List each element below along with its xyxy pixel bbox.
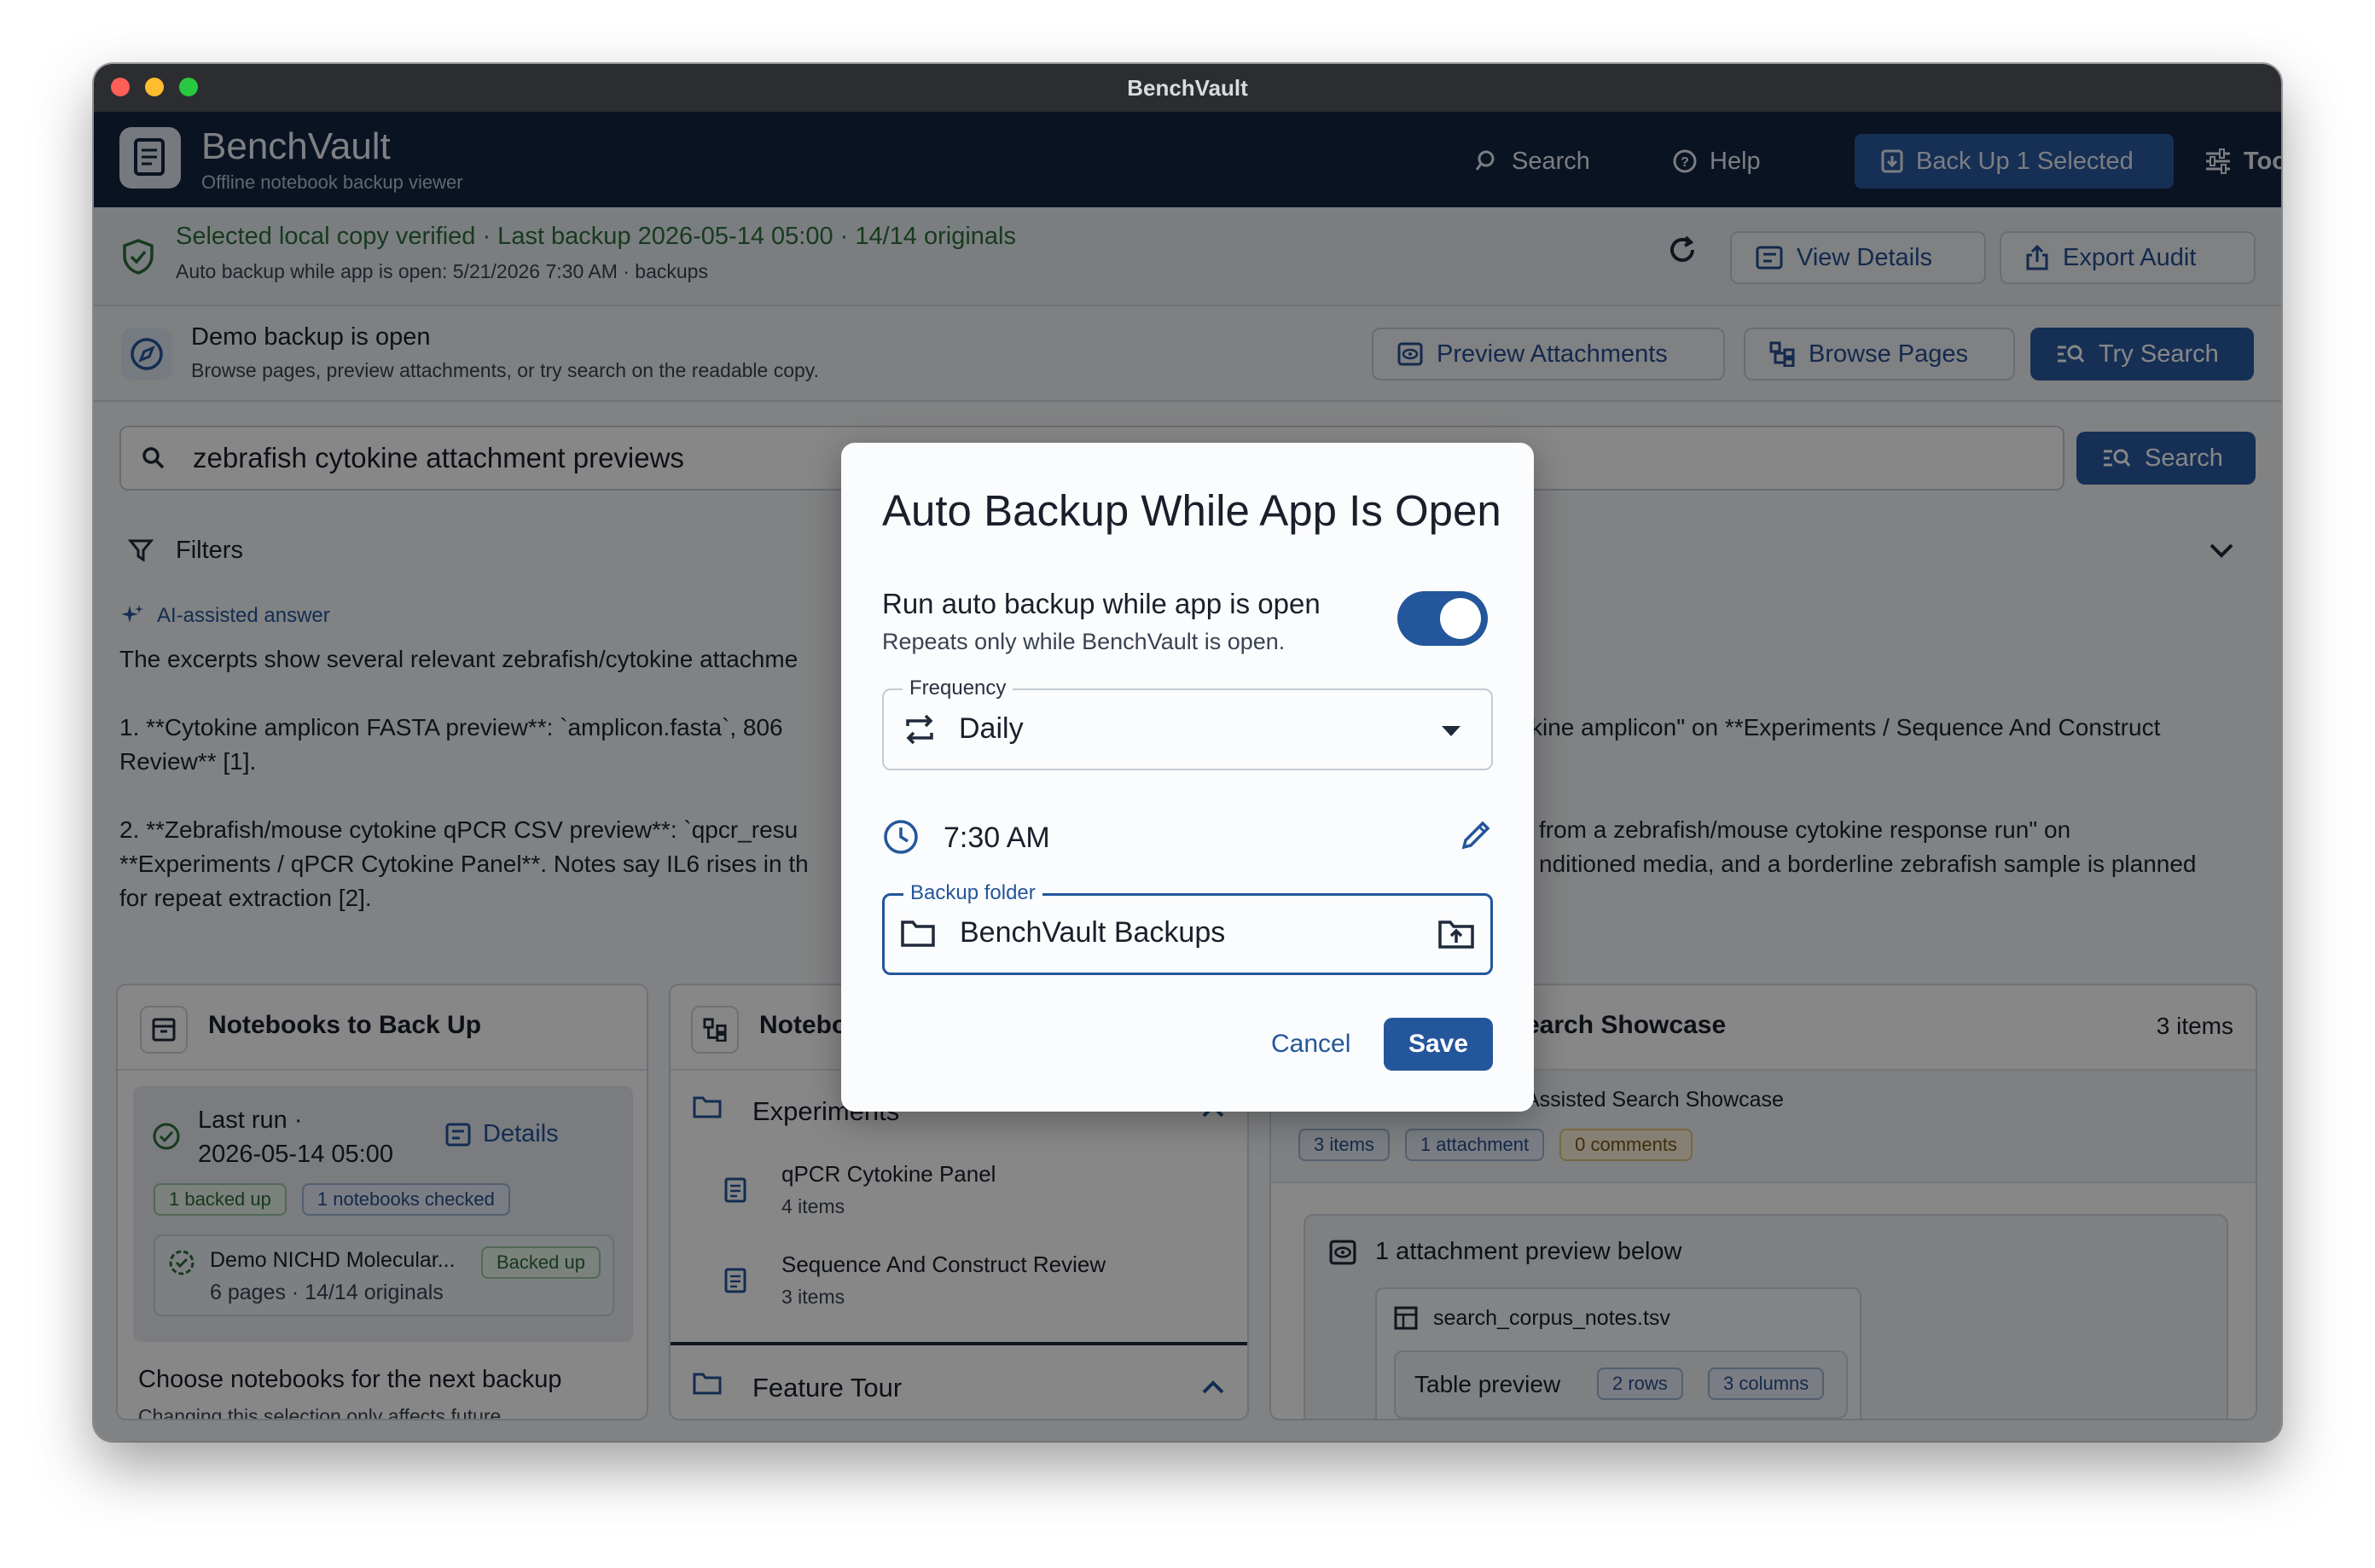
- toggle-knob: [1440, 598, 1481, 639]
- auto-backup-toggle-label: Run auto backup while app is open: [882, 588, 1321, 619]
- window-controls: [111, 78, 198, 96]
- frequency-select[interactable]: Frequency Daily: [882, 677, 1493, 770]
- minimize-window-button[interactable]: [145, 78, 164, 96]
- edit-pencil-icon[interactable]: [1459, 818, 1493, 852]
- window-title: BenchVault: [1127, 74, 1248, 101]
- repeat-icon: [906, 714, 933, 745]
- clock-icon: [884, 820, 918, 854]
- auto-backup-toggle-help: Repeats only while BenchVault is open.: [882, 629, 1286, 654]
- auto-backup-toggle[interactable]: [1397, 591, 1488, 646]
- save-button[interactable]: Save: [1384, 1018, 1493, 1071]
- title-bar: BenchVault: [94, 64, 2281, 112]
- dialog-title: Auto Backup While App Is Open: [882, 486, 1501, 535]
- dropdown-arrow-icon: [1442, 726, 1460, 736]
- folder-upload-icon[interactable]: [1437, 918, 1475, 950]
- time-row: 7:30 AM: [882, 811, 1493, 862]
- frequency-value: Daily: [959, 712, 1024, 745]
- backup-folder-value: BenchVault Backups: [960, 916, 1226, 949]
- frequency-legend: Frequency: [903, 677, 1013, 700]
- close-window-button[interactable]: [111, 78, 130, 96]
- time-value: 7:30 AM: [944, 822, 1050, 854]
- zoom-window-button[interactable]: [179, 78, 198, 96]
- backup-folder-field[interactable]: Backup folder BenchVault Backups: [882, 881, 1493, 975]
- folder-icon: [901, 920, 935, 947]
- backup-folder-legend: Backup folder: [903, 881, 1042, 905]
- auto-backup-dialog: Auto Backup While App Is Open Run auto b…: [841, 443, 1534, 1112]
- cancel-button[interactable]: Cancel: [1256, 1018, 1366, 1071]
